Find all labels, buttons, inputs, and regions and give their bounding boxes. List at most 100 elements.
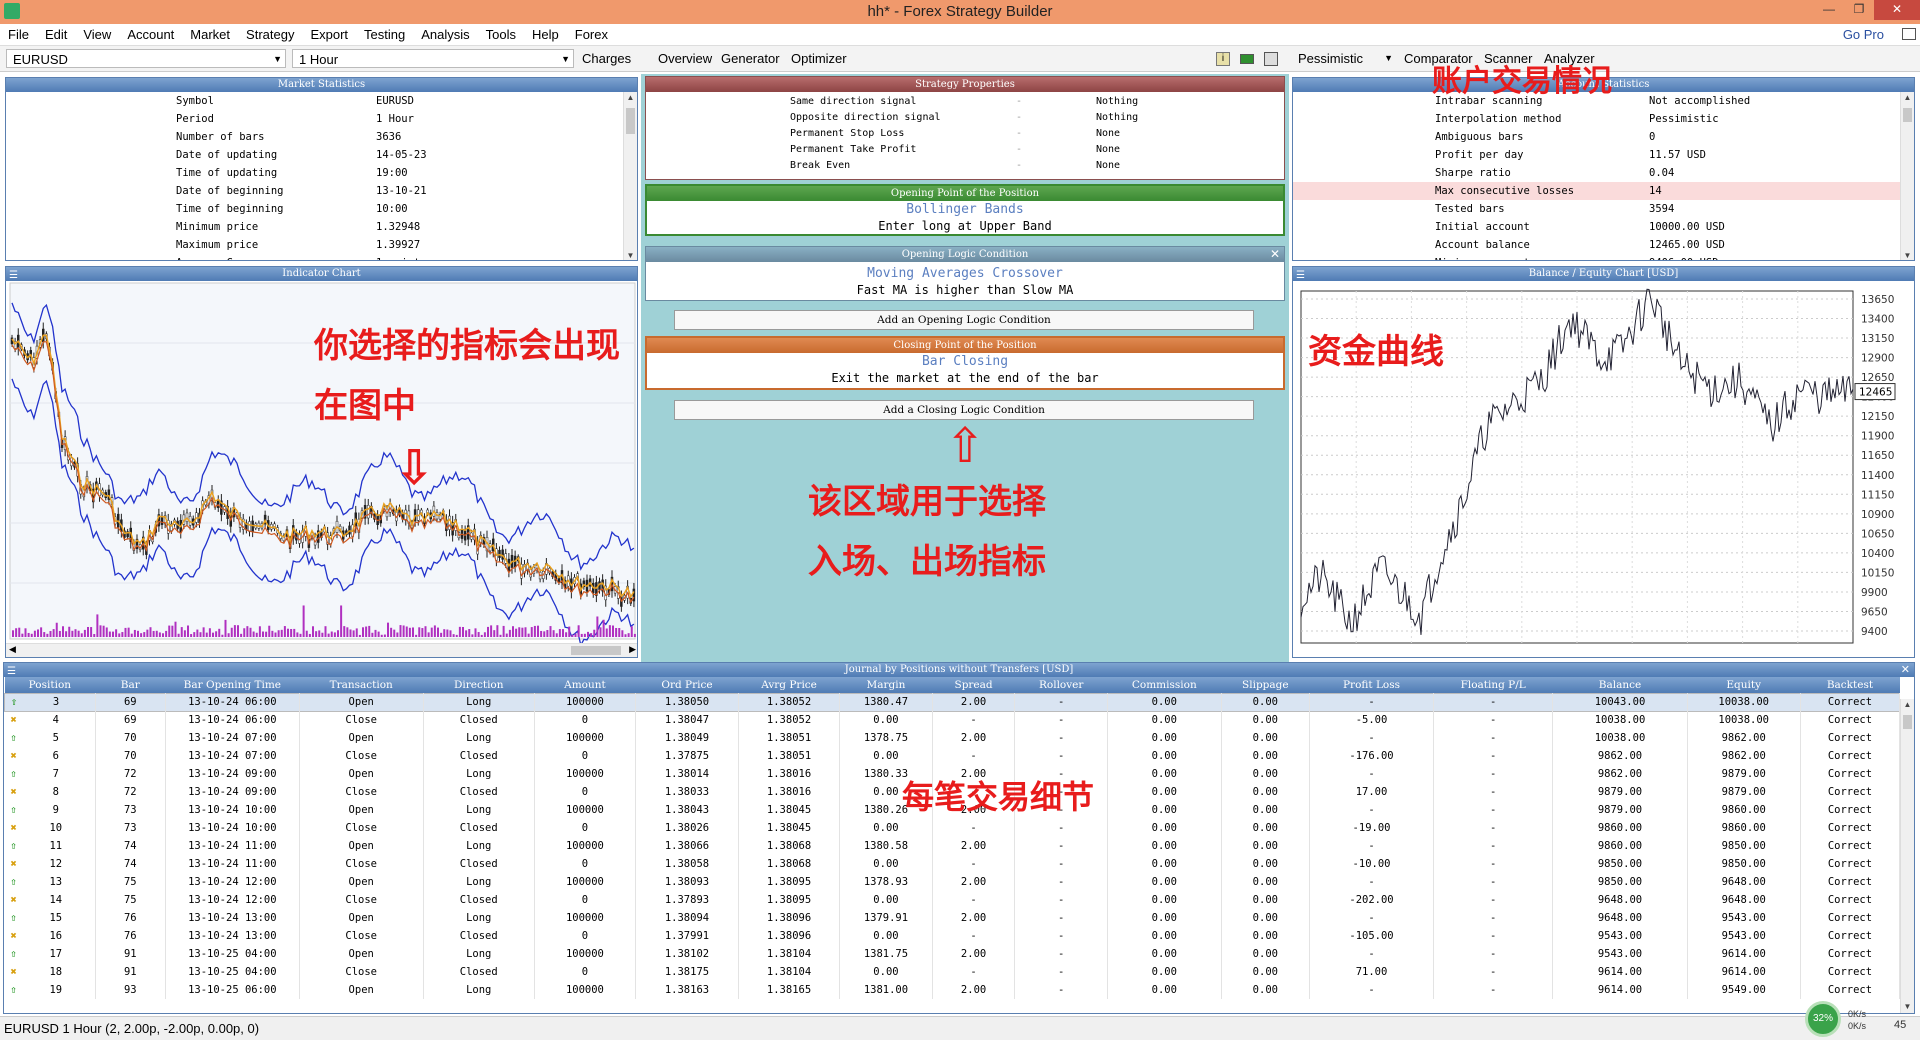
column-header[interactable]: Profit Loss [1309,677,1434,693]
add-closing-logic-button[interactable]: Add a Closing Logic Condition [674,400,1254,420]
tab-generator[interactable]: Generator [717,49,784,68]
stat-label: Tested bars [1435,203,1505,215]
minimize-button[interactable]: — [1814,0,1844,20]
column-header[interactable]: Spread [932,677,1015,693]
table-cell: 1.38016 [738,765,841,783]
money-icon[interactable] [1240,54,1254,64]
column-header[interactable]: Ord Price [635,677,739,693]
column-header[interactable]: Bar [95,677,166,693]
scroll-up-icon[interactable]: ▲ [1901,699,1914,711]
market-statistics-scrollbar[interactable]: ▲ ▼ [623,92,637,260]
scroll-thumb[interactable] [1903,108,1912,122]
menu-analysis[interactable]: Analysis [413,24,477,46]
strategy-properties-panel[interactable]: Strategy Properties Same direction signa… [645,76,1285,180]
menu-testing[interactable]: Testing [356,24,413,46]
volume-bar [296,632,299,637]
calculator-icon[interactable] [1264,52,1278,66]
table-row[interactable]: ✖ 14 75 13-10-24 12:00 Close Closed 0 1.37893 1.… [4,891,1901,909]
table-cell: Long [423,909,535,927]
column-header[interactable]: Avrg Price [738,677,840,693]
column-header[interactable]: Bar Opening Time [165,677,300,693]
volume-bar [599,627,602,637]
stat-label: Interpolation method [1435,113,1562,125]
table-row[interactable]: ✖ 18 91 13-10-25 04:00 Close Closed 0 1.38175 1.… [4,963,1901,981]
volume-bar [246,626,249,637]
column-header[interactable]: Backtest [1800,677,1900,693]
table-row[interactable]: ✖ 16 76 13-10-24 13:00 Close Closed 0 1.37991 1.… [4,927,1901,945]
table-row[interactable]: ✖ 10 73 13-10-24 10:00 Close Closed 0 1.38026 1.… [4,819,1901,837]
table-row[interactable]: ⇧ 19 93 13-10-25 06:00 Open Long 100000 1.38163… [4,981,1901,999]
table-row[interactable]: ⇧ 5 70 13-10-24 07:00 Open Long 100000 1.38049 1… [4,729,1901,747]
menu-account[interactable]: Account [119,24,182,46]
scroll-thumb[interactable] [1903,715,1912,729]
column-header[interactable]: Balance [1552,677,1687,693]
table-row[interactable]: ⇧ 11 74 13-10-24 11:00 Open Long 100000 1.38066… [4,837,1901,855]
journal-scrollbar[interactable]: ▲ ▼ [1900,699,1914,1013]
table-row[interactable]: ⇧ 13 75 13-10-24 12:00 Open Long 100000 1.38093… [4,873,1901,891]
opening-logic-panel[interactable]: Opening Logic Condition ✕ Moving Averages… [645,246,1285,301]
menu-strategy[interactable]: Strategy [238,24,302,46]
volume-bar [71,630,74,637]
tab-optimizer[interactable]: Optimizer [787,49,851,68]
menu-view[interactable]: View [75,24,119,46]
close-icon[interactable]: ✕ [1901,663,1910,677]
stat-value: 11.57 USD [1649,149,1706,161]
cell-value: Close [345,714,377,727]
column-header[interactable]: Commission [1107,677,1221,693]
column-header[interactable]: Position [4,677,96,693]
column-header[interactable]: Direction [423,677,535,693]
table-row[interactable]: ✖ 4 69 13-10-24 06:00 Close Closed 0 1.38047 1.3… [4,711,1901,729]
table-row[interactable]: ⇧ 15 76 13-10-24 13:00 Open Long 100000 1.38094… [4,909,1901,927]
table-cell: - [1014,819,1109,837]
opening-point-panel[interactable]: Opening Point of the Position Bollinger … [645,184,1285,236]
go-pro-link[interactable]: Go Pro [1835,24,1892,46]
scroll-thumb[interactable] [571,646,621,655]
menu-help[interactable]: Help [524,24,567,46]
menu-tools[interactable]: Tools [478,24,524,46]
feedback-icon[interactable] [1902,28,1916,40]
info-icon[interactable]: i [1216,52,1230,66]
column-header[interactable]: Margin [839,677,933,693]
maximize-button[interactable]: ❐ [1844,0,1874,20]
indicator-chart-hscrollbar[interactable]: ◀ ▶ [6,643,637,657]
closing-point-panel[interactable]: Closing Point of the Position Bar Closin… [645,336,1285,390]
add-opening-logic-button[interactable]: Add an Opening Logic Condition [674,310,1254,330]
column-header[interactable]: Rollover [1014,677,1108,693]
table-cell: 0.00 [1221,963,1311,981]
menu-edit[interactable]: Edit [37,24,75,46]
symbol-select[interactable]: EURUSD ▼ [6,49,286,68]
close-button[interactable]: ✕ [1874,0,1920,20]
scroll-left-icon[interactable]: ◀ [9,644,16,655]
table-row[interactable]: ✖ 12 74 13-10-24 11:00 Close Closed 0 1.38058 1.… [4,855,1901,873]
mode-select[interactable]: Pessimistic ▼ [1292,49,1396,68]
scroll-down-icon[interactable]: ▼ [624,250,637,260]
menu-market[interactable]: Market [182,24,238,46]
scroll-up-icon[interactable]: ▲ [1901,92,1914,104]
volume-bar [262,631,264,637]
table-row[interactable]: ⇧ 17 91 13-10-25 04:00 Open Long 100000 1.38102… [4,945,1901,963]
scroll-thumb[interactable] [626,108,635,134]
account-statistics-scrollbar[interactable]: ▲ ▼ [1900,92,1914,260]
menu-file[interactable]: File [0,24,37,46]
table-row[interactable]: ⇧ 3 69 13-10-24 06:00 Open Long 100000 1.38050 1… [4,693,1901,711]
column-header[interactable]: Transaction [299,677,424,693]
column-header[interactable]: Amount [534,677,636,693]
tab-overview[interactable]: Overview [654,49,716,68]
column-header[interactable]: Slippage [1221,677,1310,693]
table-cell: 0 [534,855,636,873]
scroll-right-icon[interactable]: ▶ [629,644,636,655]
period-select[interactable]: 1 Hour ▼ [292,49,574,68]
column-header[interactable]: Floating P/L [1433,677,1553,693]
column-header[interactable]: Equity [1687,677,1801,693]
scroll-down-icon[interactable]: ▼ [1901,250,1914,260]
table-cell: Open [299,945,424,963]
cell-value: 0 [581,858,589,870]
scroll-down-icon[interactable]: ▼ [1901,1001,1914,1013]
table-cell: 0.00 [1221,981,1311,999]
table-row[interactable]: ✖ 6 70 13-10-24 07:00 Close Closed 0 1.37875 1.3… [4,747,1901,765]
menu-export[interactable]: Export [302,24,356,46]
menu-forex[interactable]: Forex [567,24,616,46]
scroll-up-icon[interactable]: ▲ [624,92,637,104]
remove-icon[interactable]: ✕ [1270,247,1280,262]
charges-button[interactable]: Charges [578,49,635,68]
